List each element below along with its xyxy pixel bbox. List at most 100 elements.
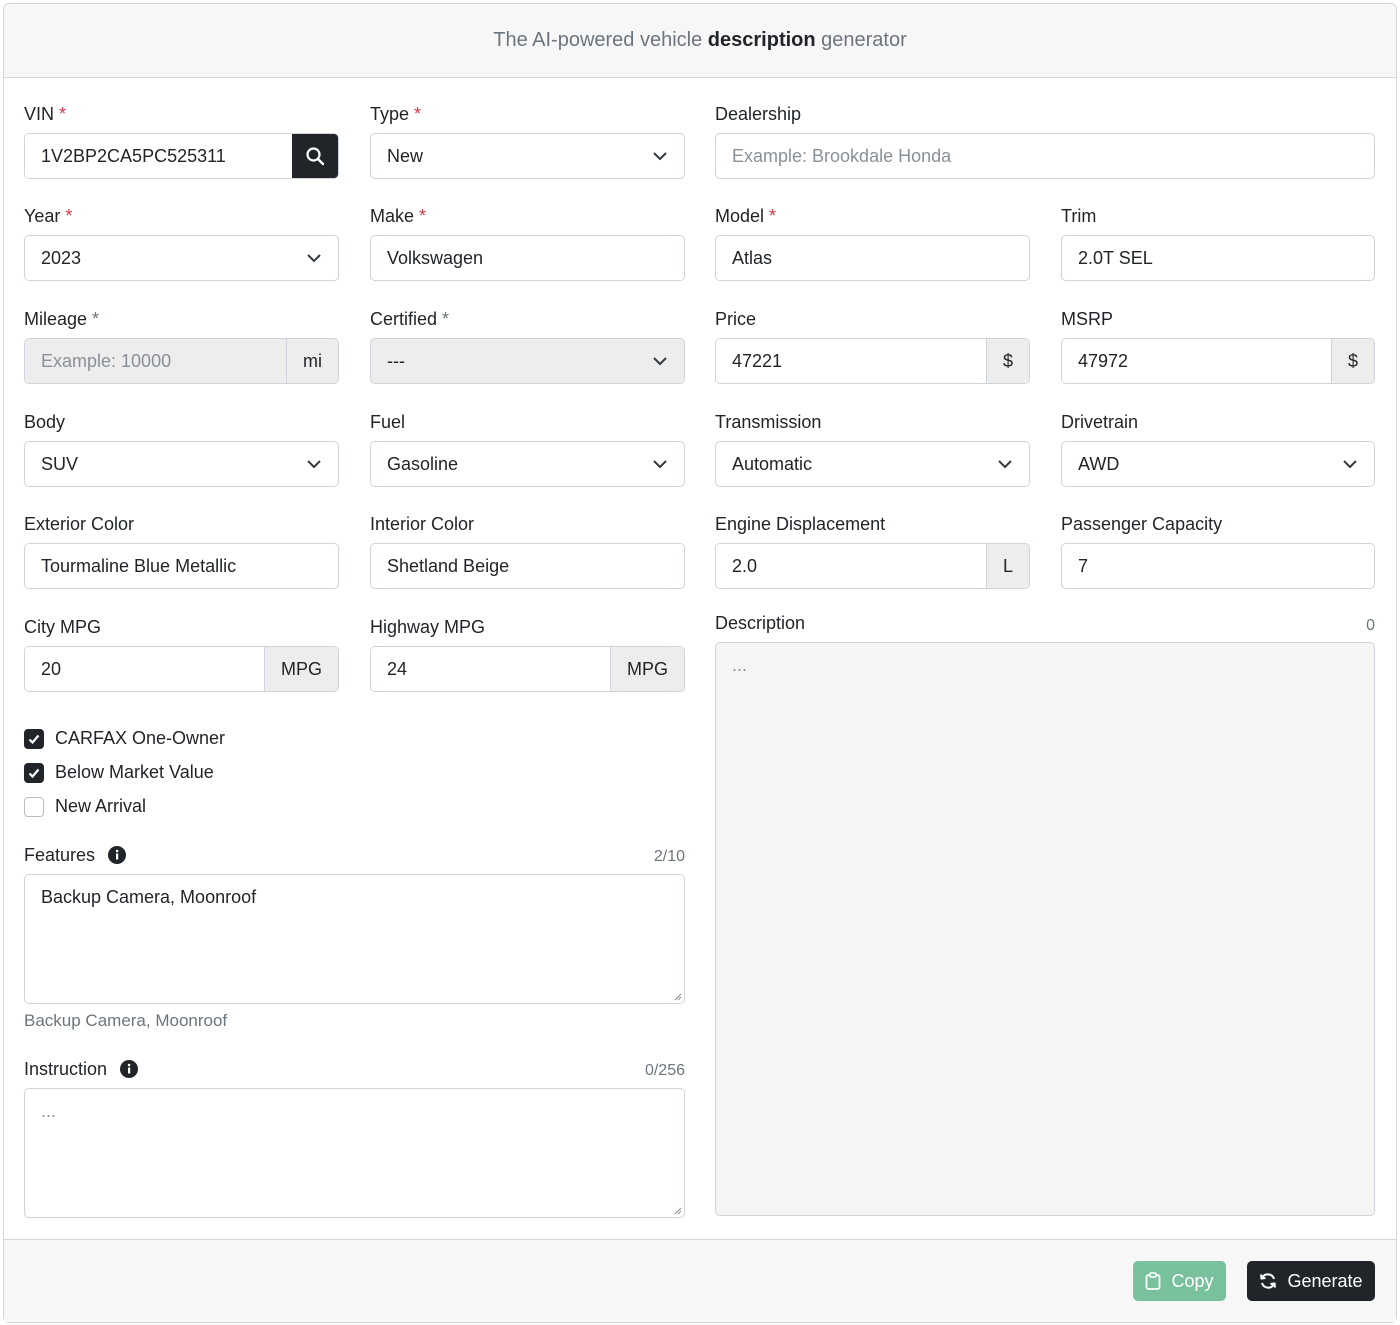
chevron-down-icon	[653, 357, 667, 366]
drivetrain-label: Drivetrain	[1061, 412, 1139, 432]
type-label: Type *	[370, 104, 422, 124]
year-value: 2023	[41, 247, 82, 268]
city-mpg-input[interactable]: 20	[25, 647, 264, 691]
search-icon	[306, 147, 325, 166]
engine-displacement-input-group: 2.0 L	[715, 543, 1030, 589]
highway-mpg-label: Highway MPG	[370, 617, 486, 637]
features-help-text: Backup Camera, Moonroof	[24, 1011, 228, 1030]
msrp-input-group: 47972 $	[1061, 338, 1375, 384]
dealership-label: Dealership	[715, 104, 802, 124]
city-mpg-label: City MPG	[24, 617, 102, 637]
mileage-unit: mi	[286, 339, 338, 383]
chevron-down-icon	[998, 460, 1012, 469]
certified-select[interactable]: ---	[370, 338, 685, 384]
engine-displacement-input[interactable]: 2.0	[716, 544, 986, 588]
resize-handle-icon[interactable]	[672, 991, 682, 1001]
price-input[interactable]: 47221	[716, 339, 986, 383]
instruction-label: Instruction	[24, 1059, 139, 1080]
checkbox-unchecked[interactable]	[24, 796, 44, 817]
body-value: SUV	[41, 453, 79, 474]
dealership-placeholder: Example: Brookdale Honda	[732, 145, 952, 166]
check-icon	[28, 768, 40, 778]
instruction-placeholder: ...	[41, 1101, 57, 1121]
drivetrain-select[interactable]: AWD	[1061, 441, 1375, 487]
dealership-input[interactable]: Example: Brookdale Honda	[715, 133, 1375, 179]
checkbox-checked[interactable]	[24, 762, 44, 783]
chevron-down-icon	[653, 460, 667, 469]
chevron-down-icon	[1343, 460, 1357, 469]
msrp-label: MSRP	[1061, 309, 1114, 329]
mileage-input[interactable]: Example: 10000	[25, 339, 286, 383]
refresh-icon	[1260, 1273, 1277, 1289]
generate-button-label: Generate	[1287, 1270, 1363, 1291]
exterior-color-label: Exterior Color	[24, 514, 135, 534]
passenger-capacity-label: Passenger Capacity	[1061, 514, 1223, 534]
interior-color-label: Interior Color	[370, 514, 475, 534]
vin-input-group: 1V2BP2CA5PC525311	[24, 133, 339, 179]
clipboard-icon	[1146, 1272, 1161, 1290]
checkbox-below-market-value[interactable]: Below Market Value	[24, 762, 214, 783]
drivetrain-value: AWD	[1078, 453, 1120, 474]
engine-displacement-unit: L	[985, 544, 1029, 588]
year-select[interactable]: 2023	[24, 235, 339, 281]
description-placeholder: ...	[732, 655, 748, 675]
city-mpg-input-group: 20 MPG	[24, 646, 339, 692]
highway-mpg-unit: MPG	[609, 647, 684, 691]
highway-mpg-input[interactable]: 24	[371, 647, 610, 691]
description-textarea[interactable]: ...	[715, 642, 1375, 1216]
chevron-down-icon	[307, 254, 321, 263]
engine-displacement-label: Engine Displacement	[715, 514, 886, 534]
city-mpg-unit: MPG	[263, 647, 338, 691]
instruction-counter: 0/256	[644, 1062, 685, 1079]
make-input[interactable]: Volkswagen	[370, 235, 685, 281]
body-label: Body	[24, 412, 66, 432]
instruction-textarea[interactable]: ...	[24, 1088, 685, 1218]
features-label: Features	[24, 845, 127, 866]
copy-button[interactable]: Copy	[1133, 1261, 1226, 1301]
certified-value: ---	[387, 350, 405, 371]
passenger-capacity-input[interactable]: 7	[1061, 543, 1375, 589]
price-currency: $	[985, 339, 1029, 383]
type-select[interactable]: New	[370, 133, 685, 179]
checkbox-label: Below Market Value	[55, 762, 214, 782]
vin-input[interactable]: 1V2BP2CA5PC525311	[25, 134, 292, 178]
resize-handle-icon[interactable]	[672, 1205, 682, 1215]
checkbox-new-arrival[interactable]: New Arrival	[24, 796, 146, 817]
msrp-input[interactable]: 47972	[1062, 339, 1331, 383]
type-value: New	[387, 145, 424, 166]
price-input-group: 47221 $	[715, 338, 1030, 384]
description-counter: 0	[1366, 617, 1375, 634]
card-header: The AI-powered vehicle description gener…	[4, 4, 1396, 78]
mileage-input-group: Example: 10000 mi	[24, 338, 339, 384]
model-input[interactable]: Atlas	[715, 235, 1030, 281]
interior-color-input[interactable]: Shetland Beige	[370, 543, 685, 589]
fuel-select[interactable]: Gasoline	[370, 441, 685, 487]
info-icon[interactable]	[108, 846, 127, 864]
checkbox-label: CARFAX One-Owner	[55, 728, 226, 748]
header-title: The AI-powered vehicle description gener…	[493, 29, 907, 51]
exterior-color-input[interactable]: Tourmaline Blue Metallic	[24, 543, 339, 589]
transmission-select[interactable]: Automatic	[715, 441, 1030, 487]
features-value: Backup Camera, Moonroof	[41, 887, 257, 907]
chevron-down-icon	[653, 152, 667, 161]
features-textarea[interactable]: Backup Camera, Moonroof	[24, 874, 685, 1004]
vin-search-button[interactable]	[292, 134, 338, 178]
body-select[interactable]: SUV	[24, 441, 339, 487]
checkbox-carfax-one-owner[interactable]: CARFAX One-Owner	[24, 728, 225, 749]
info-icon[interactable]	[120, 1060, 139, 1078]
price-label: Price	[715, 309, 757, 329]
year-label: Year *	[24, 206, 73, 226]
checkbox-label: New Arrival	[55, 796, 147, 816]
fuel-value: Gasoline	[387, 453, 459, 474]
msrp-currency: $	[1330, 339, 1374, 383]
features-counter: 2/10	[653, 848, 685, 865]
vin-label: VIN *	[24, 104, 67, 124]
check-icon	[28, 734, 40, 744]
chevron-down-icon	[307, 460, 321, 469]
make-label: Make *	[370, 206, 427, 226]
checkbox-checked[interactable]	[24, 728, 44, 749]
description-label: Description	[715, 613, 806, 633]
transmission-value: Automatic	[732, 453, 813, 474]
generate-button[interactable]: Generate	[1247, 1261, 1375, 1301]
trim-input[interactable]: 2.0T SEL	[1061, 235, 1375, 281]
